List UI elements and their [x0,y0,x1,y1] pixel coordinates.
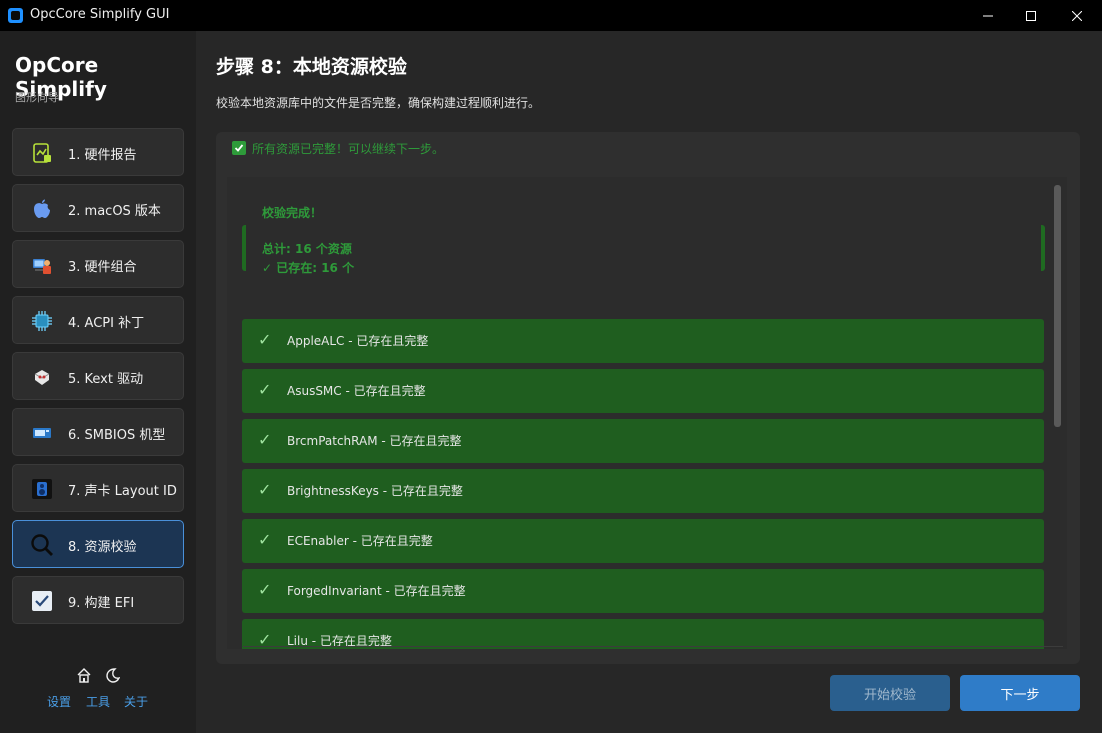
status-row: 所有资源已完整！可以继续下一步。 [232,140,444,156]
sidebar-item-label: 7. 声卡 Layout ID [68,484,177,499]
home-icon[interactable] [76,667,92,687]
result-row: ✓ ECEnabler - 已存在且完整 [242,519,1044,563]
result-row: ✓ AsusSMC - 已存在且完整 [242,369,1044,413]
divider [243,646,1063,647]
settings-link[interactable]: 设置 [47,693,71,710]
app-window: OpcCore Simplify GUI OpCore Simplify 图形向… [0,0,1102,733]
summary-present: ✓ 已存在: 16 个 [262,261,355,275]
status-text: 所有资源已完整！可以继续下一步。 [252,141,445,156]
sidebar-item-label: 6. SMBIOS 机型 [68,428,166,443]
app-icon [8,8,23,23]
sidebar-item-label: 4. ACPI 补丁 [68,316,145,331]
summary-title: 校验完成！ [262,206,323,220]
hardware-icon [30,253,54,277]
maximize-button[interactable] [1008,0,1054,31]
checkmark-icon [232,141,246,155]
footer-links: 设置 工具 关于 [0,693,196,709]
checkmark-icon: ✓ [258,380,272,399]
result-label: BrcmPatchRAM - 已存在且完整 [287,434,462,448]
summary-total: 总计: 16 个资源 [262,242,352,256]
result-row: ✓ ForgedInvariant - 已存在且完整 [242,569,1044,613]
sidebar-item-resource-check[interactable]: 8. 资源校验 [12,520,184,568]
sidebar-item-hardware-report[interactable]: 1. 硬件报告 [12,128,184,176]
result-row: ✓ AppleALC - 已存在且完整 [242,319,1044,363]
checkmark-icon: ✓ [258,580,272,599]
computer-icon [30,421,54,445]
result-row: ✓ BrcmPatchRAM - 已存在且完整 [242,419,1044,463]
result-label: AsusSMC - 已存在且完整 [287,384,426,398]
result-card: 所有资源已完整！可以继续下一步。 校验完成！ 总计: 16 个资源 ✓ 已存在:… [216,132,1080,664]
kext-icon [30,365,54,389]
checkmark-icon: ✓ [258,480,272,499]
sidebar-item-label: 2. macOS 版本 [68,204,161,219]
sidebar: OpCore Simplify 图形向导 1. 硬件报告 2. macOS 版本… [0,31,196,733]
speaker-icon [30,477,54,501]
sidebar-item-acpi-patch[interactable]: 4. ACPI 补丁 [12,296,184,344]
sidebar-item-macos-version[interactable]: 2. macOS 版本 [12,184,184,232]
result-row: ✓ BrightnessKeys - 已存在且完整 [242,469,1044,513]
magnifier-icon [30,533,54,557]
sidebar-item-label: 3. 硬件组合 [68,260,137,275]
start-check-button[interactable]: 开始校验 [830,675,950,711]
sidebar-item-label: 9. 构建 EFI [68,596,135,611]
tools-link[interactable]: 工具 [86,693,110,710]
summary-box [242,225,1045,271]
checkbox-icon [30,589,54,613]
report-icon [30,141,54,165]
sidebar-item-label: 5. Kext 驱动 [68,372,144,387]
next-step-button[interactable]: 下一步 [960,675,1080,711]
main-content: 步骤 8：本地资源校验 校验本地资源库中的文件是否完整，确保构建过程顺利进行。 … [196,31,1102,733]
page-title: 步骤 8：本地资源校验 [216,56,407,78]
sidebar-item-hardware-combo[interactable]: 3. 硬件组合 [12,240,184,288]
results-list[interactable]: 校验完成！ 总计: 16 个资源 ✓ 已存在: 16 个 ✓ AppleALC … [227,177,1067,649]
brand-subtitle: 图形向导 [15,91,59,104]
minimize-icon [983,15,993,16]
checkmark-icon: ✓ [258,330,272,349]
sidebar-item-label: 1. 硬件报告 [68,148,137,163]
footer-icons [0,667,196,687]
checkmark-icon: ✓ [258,430,272,449]
close-icon [1072,10,1082,21]
checkmark-icon: ✓ [258,530,272,549]
window-title: OpcCore Simplify GUI [30,7,170,22]
moon-icon[interactable] [104,667,121,687]
sidebar-item-smbios[interactable]: 6. SMBIOS 机型 [12,408,184,456]
sidebar-item-layout-id[interactable]: 7. 声卡 Layout ID [12,464,184,512]
maximize-icon [1026,10,1036,21]
sidebar-item-build-efi[interactable]: 9. 构建 EFI [12,576,184,624]
sidebar-item-label: 8. 资源校验 [68,540,137,555]
result-label: ECEnabler - 已存在且完整 [287,534,433,548]
scrollbar-thumb[interactable] [1054,185,1061,427]
result-label: AppleALC - 已存在且完整 [287,334,429,348]
minimize-button[interactable] [965,0,1011,31]
title-bar[interactable]: OpcCore Simplify GUI [0,0,1102,31]
result-label: ForgedInvariant - 已存在且完整 [287,584,466,598]
result-label: BrightnessKeys - 已存在且完整 [287,484,463,498]
result-row: ✓ Lilu - 已存在且完整 [242,619,1044,649]
apple-icon [30,197,54,221]
about-link[interactable]: 关于 [124,693,148,710]
chip-icon [30,309,54,333]
page-description: 校验本地资源库中的文件是否完整，确保构建过程顺利进行。 [216,96,541,110]
close-button[interactable] [1054,0,1100,31]
sidebar-item-kext-driver[interactable]: 5. Kext 驱动 [12,352,184,400]
